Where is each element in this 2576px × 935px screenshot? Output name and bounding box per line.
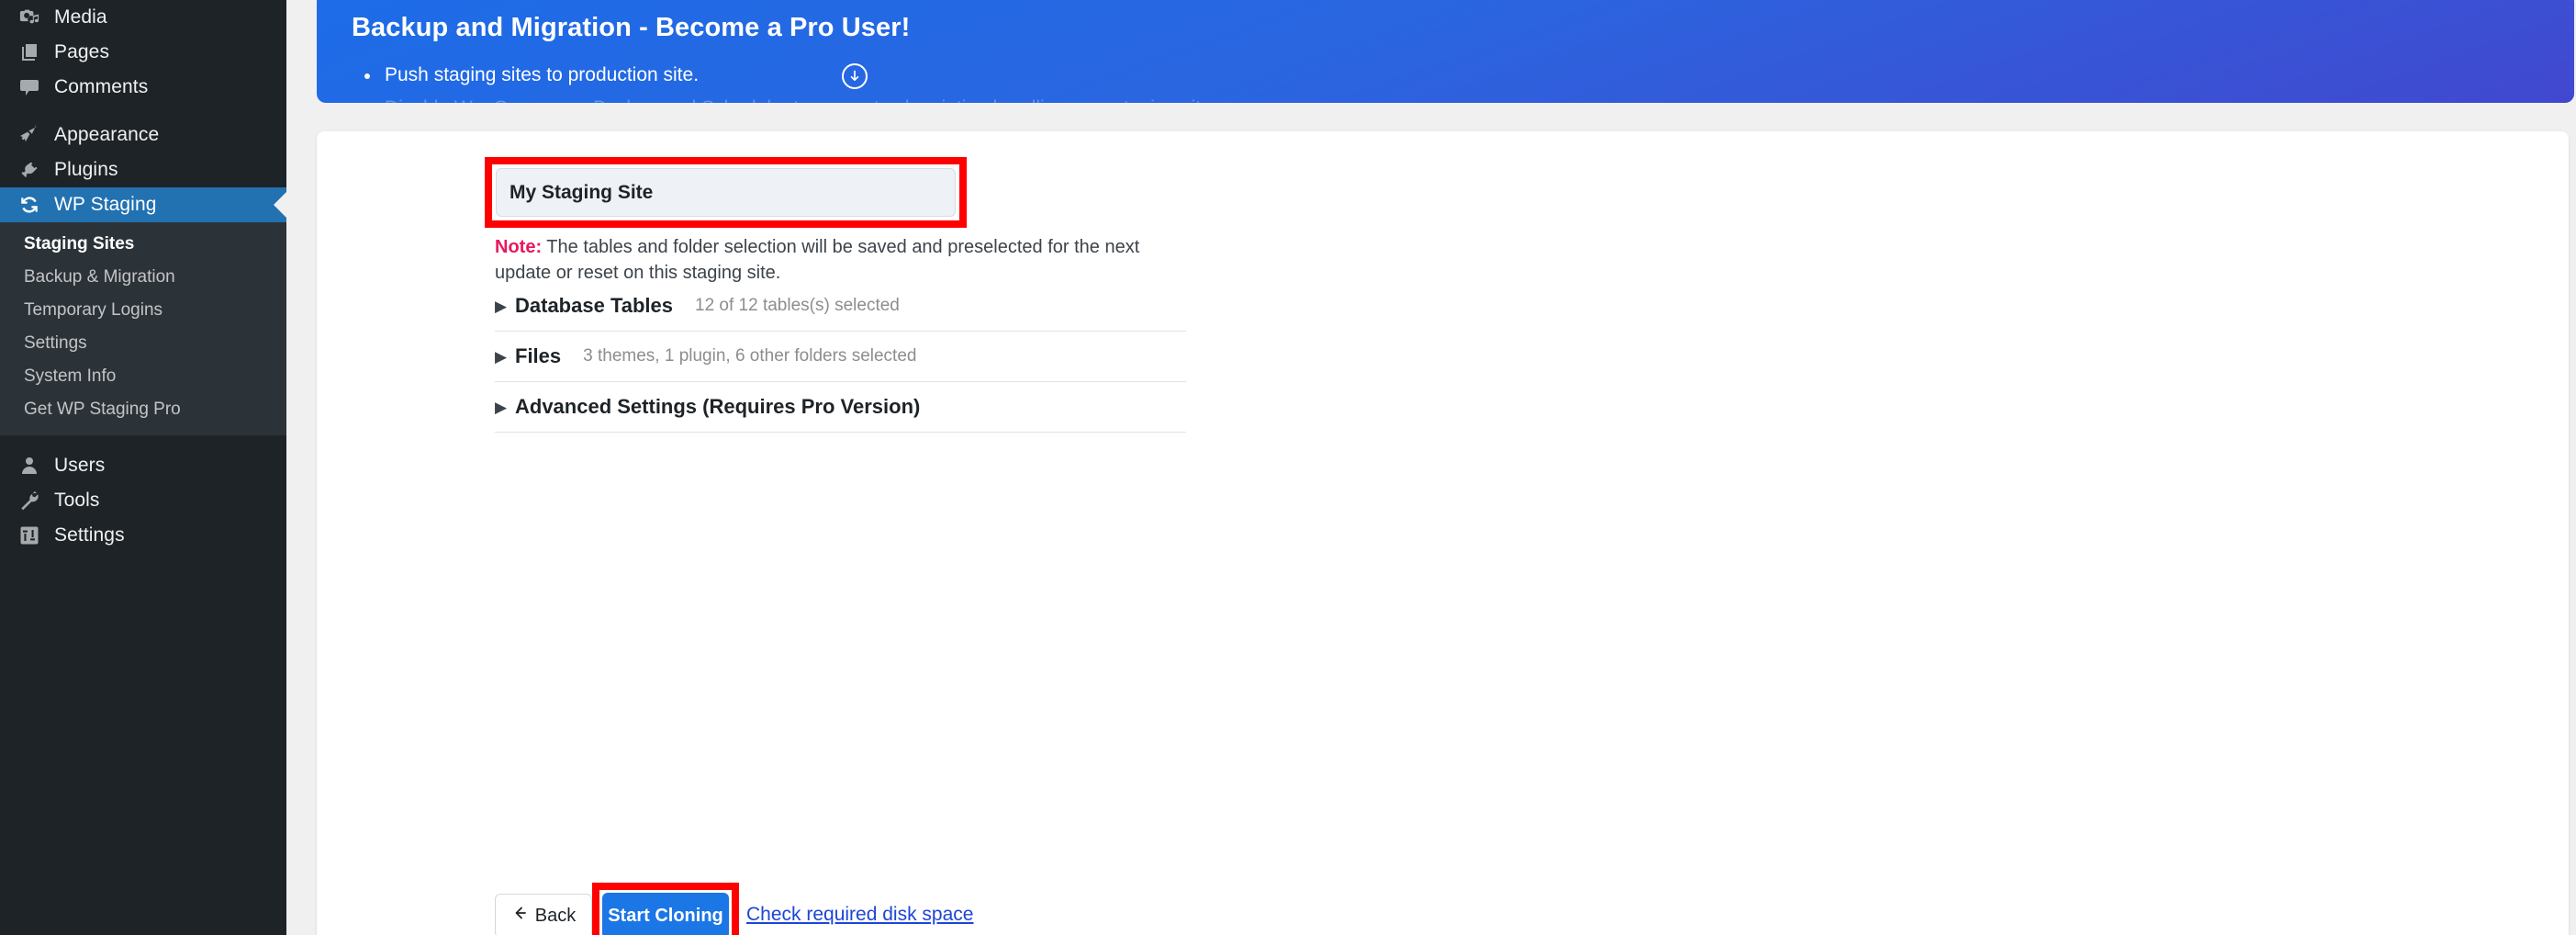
accordion-title: Advanced Settings (Requires Pro Version) — [515, 395, 921, 418]
sidebar-item-comments[interactable]: Comments — [0, 70, 286, 105]
submenu-item-label: Settings — [24, 333, 87, 353]
note-text: The tables and folder selection will be … — [495, 237, 1140, 283]
sidebar-item-media[interactable]: Media — [0, 0, 286, 35]
chevron-right-icon: ▶ — [495, 347, 508, 366]
arrow-left-icon — [511, 905, 528, 927]
sidebar-item-plugins[interactable]: Plugins — [0, 152, 286, 187]
divider — [495, 432, 1186, 433]
wp-staging-submenu: Staging Sites Backup & Migration Tempora… — [0, 222, 286, 435]
sidebar-item-tools[interactable]: Tools — [0, 483, 286, 518]
submenu-item-backup-migration[interactable]: Backup & Migration — [0, 261, 286, 294]
sidebar-item-label: WP Staging — [54, 194, 157, 215]
sidebar-item-wp-staging[interactable]: WP Staging — [0, 187, 286, 222]
appearance-icon — [12, 118, 47, 152]
accordion-title: Database Tables — [515, 294, 674, 317]
sidebar-item-label: Plugins — [54, 159, 118, 180]
accordion-database-tables: ▶ Database Tables 12 of 12 tables(s) sel… — [495, 281, 1186, 332]
submenu-item-staging-sites[interactable]: Staging Sites — [0, 228, 286, 261]
submenu-item-temporary-logins[interactable]: Temporary Logins — [0, 294, 286, 327]
accordion-header-database-tables[interactable]: ▶ Database Tables 12 of 12 tables(s) sel… — [495, 281, 1186, 331]
sidebar-divider — [0, 105, 286, 118]
submenu-item-label: Staging Sites — [24, 234, 135, 253]
submenu-item-label: System Info — [24, 366, 117, 386]
sidebar-item-settings[interactable]: Settings — [0, 518, 286, 553]
plugins-icon — [12, 152, 47, 187]
submenu-item-get-wp-staging-pro[interactable]: Get WP Staging Pro — [0, 393, 286, 426]
check-disk-space-link[interactable]: Check required disk space — [746, 904, 973, 926]
tools-icon — [12, 483, 47, 518]
pages-icon — [12, 35, 47, 70]
sidebar-item-pages[interactable]: Pages — [0, 35, 286, 70]
sidebar-item-label: Appearance — [54, 124, 160, 145]
banner-feature-list: Push staging sites to production site. D… — [364, 59, 2549, 103]
accordion-title: Files — [515, 344, 562, 367]
accordion-header-files[interactable]: ▶ Files 3 themes, 1 plugin, 6 other fold… — [495, 332, 1186, 381]
sidebar-item-label: Media — [54, 6, 107, 28]
submenu-item-settings[interactable]: Settings — [0, 327, 286, 360]
arrow-down-circle-icon[interactable] — [841, 63, 868, 89]
back-button[interactable]: Back — [495, 894, 592, 935]
banner-feature-item: Disable WooCommerce Background Scheduler… — [364, 92, 2549, 103]
back-button-label: Back — [534, 905, 577, 926]
accordion-meta: 12 of 12 tables(s) selected — [695, 296, 900, 315]
sidebar-item-appearance[interactable]: Appearance — [0, 118, 286, 152]
settings-icon — [12, 518, 47, 553]
start-cloning-button[interactable]: Start Cloning — [602, 893, 729, 935]
admin-sidebar: Media Pages Comments Appearance Plugins … — [0, 0, 286, 935]
comments-icon — [12, 70, 47, 105]
sidebar-item-label: Users — [54, 455, 106, 476]
submenu-item-label: Temporary Logins — [24, 300, 163, 320]
chevron-right-icon: ▶ — [495, 398, 508, 416]
submenu-item-label: Backup & Migration — [24, 267, 175, 287]
sidebar-item-label: Settings — [54, 524, 125, 546]
media-icon — [12, 0, 47, 35]
note-label: Note: — [495, 237, 543, 257]
submenu-item-label: Get WP Staging Pro — [24, 400, 181, 419]
accordion-advanced-settings: ▶ Advanced Settings (Requires Pro Versio… — [495, 382, 1186, 433]
main-content: Backup and Migration - Become a Pro User… — [286, 0, 2576, 935]
users-icon — [12, 448, 47, 483]
wordpress-admin-screen: Media Pages Comments Appearance Plugins … — [0, 0, 2576, 935]
staging-site-name-input[interactable] — [496, 168, 956, 217]
sidebar-divider — [0, 435, 286, 448]
selection-note: Note: The tables and folder selection wi… — [495, 234, 1193, 286]
banner-title: Backup and Migration - Become a Pro User… — [352, 13, 911, 42]
accordion-files: ▶ Files 3 themes, 1 plugin, 6 other fold… — [495, 332, 1186, 382]
accordion-header-advanced-settings[interactable]: ▶ Advanced Settings (Requires Pro Versio… — [495, 382, 1186, 432]
sidebar-item-label: Pages — [54, 41, 110, 62]
banner-feature-item: Push staging sites to production site. — [364, 59, 2549, 92]
sidebar-item-label: Tools — [54, 490, 100, 511]
sidebar-item-label: Comments — [54, 76, 149, 97]
clone-settings-card: Note: The tables and folder selection wi… — [317, 131, 2569, 935]
chevron-right-icon: ▶ — [495, 297, 508, 315]
pro-upgrade-banner: Backup and Migration - Become a Pro User… — [317, 0, 2574, 103]
submenu-item-system-info[interactable]: System Info — [0, 360, 286, 393]
wp-staging-icon — [12, 187, 47, 222]
sidebar-item-users[interactable]: Users — [0, 448, 286, 483]
accordion-meta: 3 themes, 1 plugin, 6 other folders sele… — [583, 346, 917, 366]
